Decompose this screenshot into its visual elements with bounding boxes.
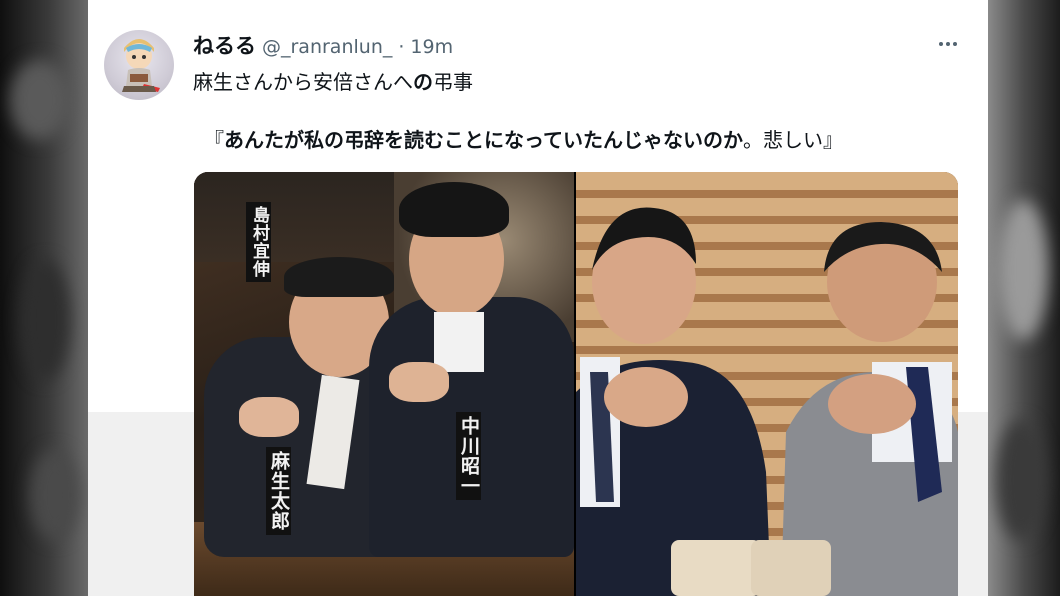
quote-rest: 。悲しい』 xyxy=(743,128,843,152)
separator-dot: · xyxy=(398,36,405,58)
display-name[interactable]: ねるる xyxy=(193,30,256,60)
tweet-text-end: 弔事 xyxy=(433,70,473,94)
nameplate-shimamura: 島村宜伸 xyxy=(246,202,271,282)
timestamp[interactable]: 19m xyxy=(410,36,453,58)
more-dot-icon xyxy=(946,42,950,46)
tweet-text-bold: の xyxy=(413,70,433,94)
more-options-button[interactable] xyxy=(928,30,968,58)
tweet-card: ねるる @_ranranlun_ · 19m 麻生さんから安倍さんへの弔事 『あ… xyxy=(88,0,988,596)
quote-bold-text: あんたが私の弔辞を読むことになっていたんじゃないのか xyxy=(224,128,743,152)
tweet-quote: 『あんたが私の弔辞を読むことになっていたんじゃないのか。悲しい』 xyxy=(204,124,843,153)
more-dot-icon xyxy=(939,42,943,46)
tweet-text-line1: 麻生さんから安倍さんへの弔事 xyxy=(193,66,473,95)
background-right xyxy=(988,0,1060,596)
avatar-character-icon xyxy=(122,39,160,92)
user-handle[interactable]: @_ranranlun_ xyxy=(262,36,392,58)
tweet-header: ねるる @_ranranlun_ · 19m xyxy=(193,30,453,60)
photo-right[interactable] xyxy=(576,172,958,596)
nameplate-nakagawa: 中川昭一 xyxy=(456,412,481,500)
nameplate-aso: 麻生太郎 xyxy=(266,447,291,535)
tweet-text-main: 麻生さんから安倍さんへ xyxy=(193,70,413,94)
tweet-media[interactable]: 島村宜伸 麻生太郎 中川昭一 xyxy=(194,172,958,596)
background-left xyxy=(0,0,88,596)
avatar[interactable] xyxy=(104,30,174,100)
more-dot-icon xyxy=(953,42,957,46)
quote-open: 『 xyxy=(204,128,224,152)
photo-right-scene xyxy=(576,172,958,596)
photo-left[interactable]: 島村宜伸 麻生太郎 中川昭一 xyxy=(194,172,574,596)
